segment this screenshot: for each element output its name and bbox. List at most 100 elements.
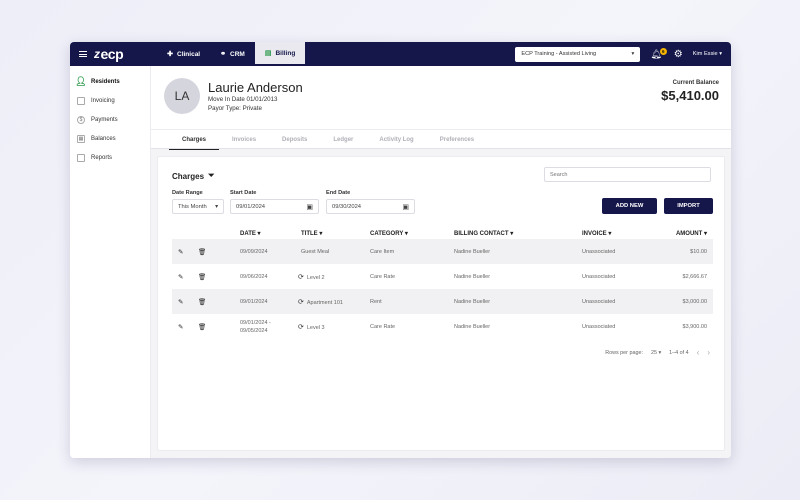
tab-preferences[interactable]: Preferences xyxy=(427,130,487,150)
actions-header xyxy=(172,228,192,239)
table-row[interactable]: ✎ 🗑︎ 09/01/2024 -09/05/2024 ⟳ Level 3 Car… xyxy=(172,314,713,339)
column-header-category[interactable]: CATEGORY ▾ xyxy=(370,228,454,239)
edit-icon[interactable]: ✎ xyxy=(172,239,192,264)
rows-per-page-value: 25 xyxy=(650,349,657,356)
column-header-label: INVOICE xyxy=(582,231,607,237)
sidebar-item-label: Reports xyxy=(91,154,113,161)
cell-date: 09/01/2024 xyxy=(232,289,298,314)
rows-per-page-select[interactable]: 25 ▾ xyxy=(651,350,661,356)
nav-clinical[interactable]: ✚ Clinical xyxy=(157,42,210,66)
tab-activity-log[interactable]: Activity Log xyxy=(366,130,426,150)
hamburger-menu-icon[interactable] xyxy=(79,51,87,57)
nav-crm[interactable]: ⚭ CRM xyxy=(210,42,255,66)
column-header-label: BILLING CONTACT xyxy=(454,231,509,237)
sidebar-item-label: Balances xyxy=(91,135,116,142)
app-logo[interactable]: z ecp xyxy=(94,46,124,62)
column-header-date[interactable]: DATE ▾ xyxy=(232,228,298,239)
date-range-select[interactable]: This Month ▾ xyxy=(172,199,224,214)
billing-icon: ▤ xyxy=(264,50,272,57)
resident-header: LA Laurie Anderson Move In Date 01/01/20… xyxy=(151,66,731,129)
sidebar: 👤︎ Residents Invoicing $ Payments ▦ Balance… xyxy=(70,66,151,458)
table-row[interactable]: ✎ 🗑︎ 09/09/2024 Guest Meal Care Item Nad… xyxy=(172,239,713,264)
calendar-icon[interactable]: ▣ xyxy=(402,203,409,211)
column-header-invoice[interactable]: INVOICE ▾ xyxy=(582,228,652,239)
resident-tabs: Charges Invoices Deposits Ledger Activit… xyxy=(151,129,731,150)
facility-select[interactable]: ECP Training - Assisted Living ▾ xyxy=(515,46,641,62)
tab-ledger[interactable]: Ledger xyxy=(320,130,366,150)
edit-icon[interactable]: ✎ xyxy=(172,264,192,289)
trash-icon[interactable]: 🗑︎ xyxy=(192,289,232,314)
nav-billing[interactable]: ▤ Billing xyxy=(254,42,306,66)
recurring-icon: ⟳ xyxy=(298,273,304,281)
charges-card: Charges⏷ Date Range This Month ▾ Start Da… xyxy=(157,156,725,451)
table-row[interactable]: ✎ 🗑︎ 09/01/2024 ⟳ Apartment 101 Rent Nadi… xyxy=(172,289,713,314)
edit-icon[interactable]: ✎ xyxy=(172,289,192,314)
charges-title: Charges ⏷ xyxy=(172,171,214,181)
tab-deposits[interactable]: Deposits xyxy=(269,130,320,150)
import-button[interactable]: IMPORT xyxy=(664,198,713,214)
sidebar-item-label: Residents xyxy=(91,78,120,85)
edit-icon[interactable]: ✎ xyxy=(172,314,192,339)
cell-title-text: Guest Meal xyxy=(301,248,330,255)
cell-invoice: Unassociated xyxy=(582,289,652,314)
cell-billing-contact: Nadine Bueller xyxy=(454,323,491,330)
page-range: 1–4 of 4 xyxy=(669,349,689,356)
end-date-field[interactable]: 09/30/2024 ▣ xyxy=(326,199,415,214)
chevron-right-icon[interactable]: › xyxy=(707,348,710,357)
add-new-button[interactable]: ADD NEW xyxy=(602,198,657,214)
table-row[interactable]: ✎ 🗑︎ 09/06/2024 ⟳ Level 2 Care Rate Nadin… xyxy=(172,264,713,289)
end-date-label: End Date xyxy=(326,190,351,196)
cell-category: Rent xyxy=(370,289,454,314)
dollar-icon: $ xyxy=(77,115,85,124)
cell-date-end: 09/05/2024 xyxy=(240,327,268,334)
start-date-field[interactable]: 09/01/2024 ▣ xyxy=(230,199,319,214)
rows-per-page-label: Rows per page: xyxy=(605,349,643,356)
cell-title: ⟳ Level 2 xyxy=(298,264,370,289)
chevron-left-icon[interactable]: ‹ xyxy=(697,348,700,357)
sidebar-item-invoicing[interactable]: Invoicing xyxy=(70,91,150,110)
user-menu[interactable]: Kim Essie ▾ xyxy=(693,51,722,57)
cell-category: Care Item xyxy=(370,239,454,264)
delete-header xyxy=(192,228,232,239)
current-balance: $5,410.00 xyxy=(661,88,719,103)
filter-icon[interactable]: ⏷ xyxy=(208,171,214,181)
tab-invoices[interactable]: Invoices xyxy=(219,130,269,150)
column-header-billing-contact[interactable]: BILLING CONTACT ▾ xyxy=(454,228,582,239)
column-header-title[interactable]: TITLE ▾ xyxy=(298,228,370,239)
search-input[interactable] xyxy=(544,167,711,182)
cell-amount: $2,666.67 xyxy=(682,273,707,280)
trash-icon[interactable]: 🗑︎ xyxy=(192,264,232,289)
cell-title-text: Level 3 xyxy=(306,324,325,331)
avatar: LA xyxy=(164,78,200,114)
balance-label: Current Balance xyxy=(672,80,719,86)
cell-date: 09/06/2024 xyxy=(240,273,268,280)
column-header-label: CATEGORY xyxy=(370,231,404,237)
charges-title-text: Charges xyxy=(172,171,205,181)
cell-date: 09/01/2024 -09/05/2024 xyxy=(232,314,298,339)
charges-table: DATE ▾ TITLE ▾ CATEGORY ▾ BILLING CONTAC… xyxy=(172,228,713,339)
cell-invoice: Unassociated xyxy=(582,323,616,330)
sidebar-item-reports[interactable]: Reports xyxy=(70,148,150,167)
person-icon: 👤︎ xyxy=(75,76,87,86)
cell-invoice: Unassociated xyxy=(582,239,652,264)
trash-icon[interactable]: 🗑︎ xyxy=(192,314,232,339)
pagination: Rows per page: 25 ▾ 1–4 of 4 ‹ › xyxy=(605,348,710,357)
cell-billing-contact: Nadine Bueller xyxy=(454,273,491,280)
trash-icon[interactable]: 🗑︎ xyxy=(192,239,232,264)
user-name: Kim Essie xyxy=(692,51,718,57)
column-header-amount[interactable]: AMOUNT ▾ xyxy=(652,228,713,239)
chevron-down-icon: ▾ xyxy=(719,51,722,57)
cell-billing-contact: Nadine Bueller xyxy=(454,239,582,264)
module-nav: ✚ Clinical ⚭ CRM ▤ Billing xyxy=(157,42,306,66)
cell-title-text: Level 2 xyxy=(306,274,325,281)
notifications-bell-icon[interactable]: 🔔︎ 6 xyxy=(650,47,667,60)
sidebar-item-residents[interactable]: 👤︎ Residents xyxy=(70,72,150,91)
date-range-label: Date Range xyxy=(172,190,203,196)
calendar-icon[interactable]: ▣ xyxy=(306,203,313,211)
sidebar-item-payments[interactable]: $ Payments xyxy=(70,110,150,129)
nav-clinical-label: Clinical xyxy=(177,50,201,58)
tab-charges[interactable]: Charges xyxy=(169,130,220,150)
sidebar-item-balances[interactable]: ▦ Balances xyxy=(70,129,150,148)
app-window: z ecp ✚ Clinical ⚭ CRM ▤ Billing ECP Trainin… xyxy=(70,42,731,458)
gear-icon[interactable]: ⚙ xyxy=(674,49,683,60)
